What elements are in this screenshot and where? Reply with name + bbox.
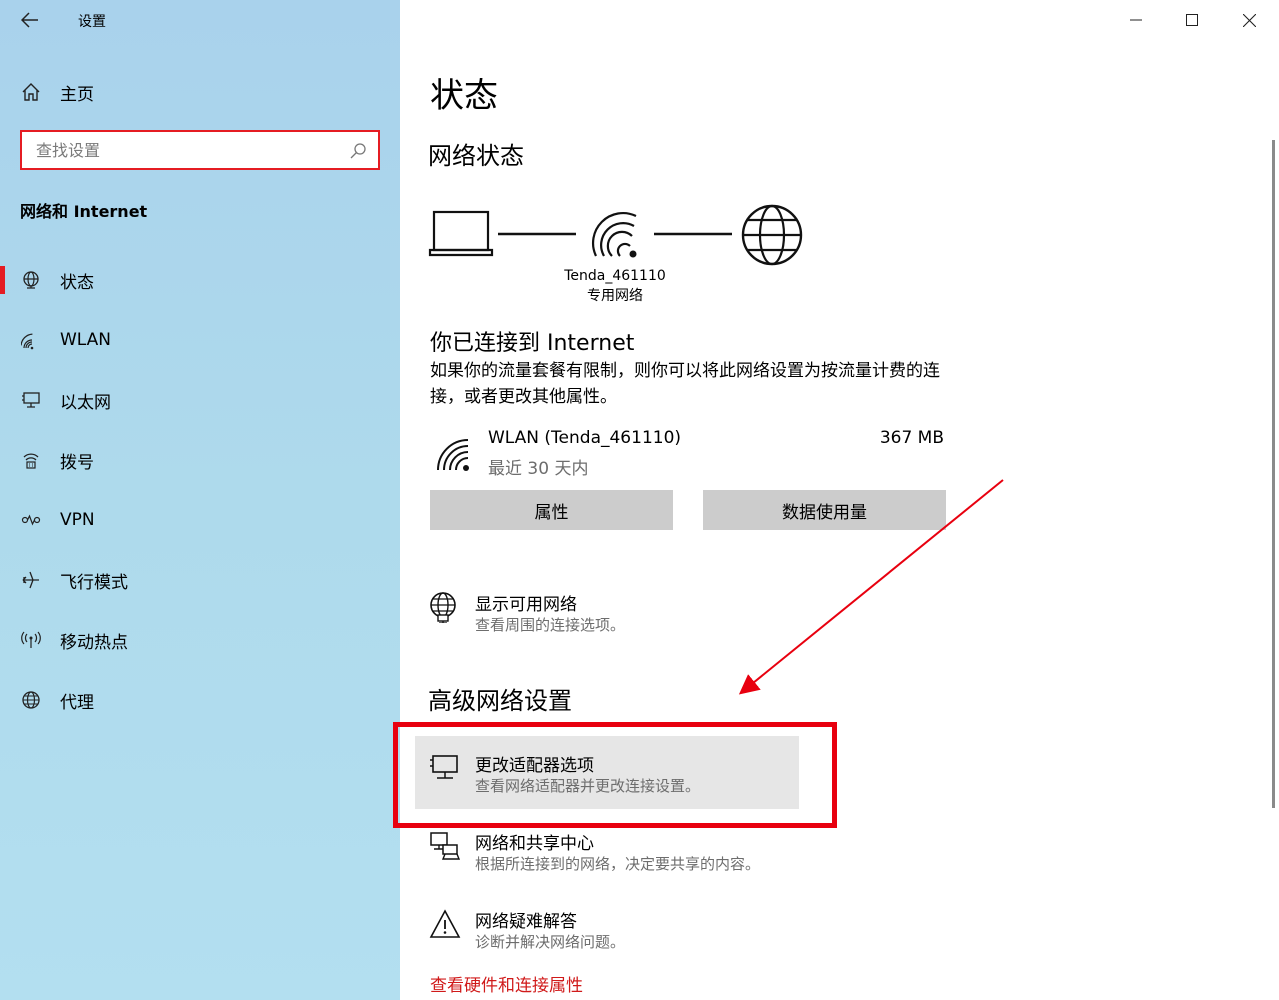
sidebar-item-label: 代理 [60, 692, 94, 713]
hotspot-icon [20, 629, 42, 651]
sharing-center-icon [428, 829, 462, 863]
home-icon [20, 81, 42, 103]
section-title: 网络和 Internet [20, 202, 148, 221]
sidebar-item-label: 移动热点 [60, 632, 128, 653]
laptop-icon [428, 210, 494, 257]
internet-globe-icon [741, 204, 803, 266]
troubleshoot-option[interactable]: 网络疑难解答 诊断并解决网络问题。 [428, 907, 828, 957]
back-button[interactable] [18, 9, 42, 31]
network-label: Tenda_461110 专用网络 [550, 266, 680, 306]
sidebar-item-vpn[interactable]: VPN [0, 490, 400, 550]
data-usage-button[interactable]: 数据使用量 [703, 490, 946, 530]
properties-button[interactable]: 属性 [430, 490, 673, 530]
sidebar-item-airplane[interactable]: 飞行模式 [0, 550, 400, 610]
option-description: 根据所连接到的网络，决定要共享的内容。 [475, 855, 761, 873]
sidebar-item-home[interactable]: 主页 [20, 80, 94, 105]
status-globe-icon [20, 269, 42, 291]
sidebar-item-label: 拨号 [60, 452, 94, 473]
back-arrow-icon [21, 12, 38, 28]
app-title: 设置 [78, 14, 106, 30]
option-title: 显示可用网络 [475, 595, 577, 615]
home-label: 主页 [60, 84, 94, 105]
hardware-properties-link[interactable]: 查看硬件和连接属性 [430, 971, 583, 996]
search-icon[interactable] [348, 141, 368, 161]
annotation-highlight-box [393, 722, 837, 828]
option-description: 查看周围的连接选项。 [475, 616, 626, 634]
sidebar-item-label: VPN [60, 510, 95, 530]
search-input[interactable] [36, 139, 336, 161]
sidebar-item-ethernet[interactable]: 以太网 [0, 370, 400, 430]
dialup-icon [20, 449, 42, 471]
wifi-icon [591, 211, 637, 258]
sidebar-item-label: 以太网 [60, 392, 111, 413]
option-title: 网络疑难解答 [475, 912, 577, 932]
sidebar-item-dialup[interactable]: 拨号 [0, 430, 400, 490]
wifi-icon [20, 329, 42, 351]
network-globe-icon [428, 590, 462, 624]
airplane-icon [20, 569, 42, 591]
sidebar-item-wlan[interactable]: WLAN [0, 310, 400, 370]
search-box[interactable] [20, 130, 380, 170]
network-status-heading: 网络状态 [428, 142, 524, 170]
sidebar-item-label: 状态 [60, 272, 94, 293]
network-name: Tenda_461110 [564, 268, 666, 284]
advanced-heading: 高级网络设置 [428, 687, 572, 715]
option-description: 诊断并解决网络问题。 [475, 933, 626, 951]
connection-name: WLAN (Tenda_461110) [488, 428, 682, 448]
connection-usage: 367 MB [879, 428, 944, 448]
sidebar-item-label: WLAN [60, 330, 112, 350]
sidebar-item-status[interactable]: 状态 [0, 250, 400, 310]
connected-description: 如果你的流量套餐有限制，则你可以将此网络设置为按流量计费的连接，或者更改其他属性… [430, 361, 940, 407]
connected-title: 你已连接到 Internet [430, 331, 635, 356]
vpn-icon [20, 509, 42, 531]
show-networks-option[interactable]: 显示可用网络 查看周围的连接选项。 [428, 590, 828, 640]
main-content: 状态 网络状态 Tenda_461110 专用网络 你已连接到 Internet… [393, 0, 1279, 1000]
connection-period: 最近 30 天内 [488, 459, 589, 479]
sidebar-item-hotspot[interactable]: 移动热点 [0, 610, 400, 670]
warning-icon [428, 907, 462, 941]
sidebar-item-proxy[interactable]: 代理 [0, 670, 400, 730]
sharing-center-option[interactable]: 网络和共享中心 根据所连接到的网络，决定要共享的内容。 [428, 829, 828, 879]
connection-row: WLAN (Tenda_461110) 最近 30 天内 367 MB [430, 428, 946, 479]
wifi-icon [437, 439, 469, 471]
network-type: 专用网络 [587, 288, 643, 304]
sidebar: 设置 主页 网络和 Internet 状态 WLAN [0, 0, 400, 1000]
ethernet-icon [20, 389, 42, 411]
option-title: 网络和共享中心 [475, 834, 594, 854]
sidebar-item-label: 飞行模式 [60, 572, 128, 593]
sidebar-nav: 状态 WLAN 以太网 拨号 VPN 飞行模式 移动热点 代理 [0, 250, 400, 730]
page-title: 状态 [430, 76, 498, 116]
globe-icon [20, 689, 42, 711]
